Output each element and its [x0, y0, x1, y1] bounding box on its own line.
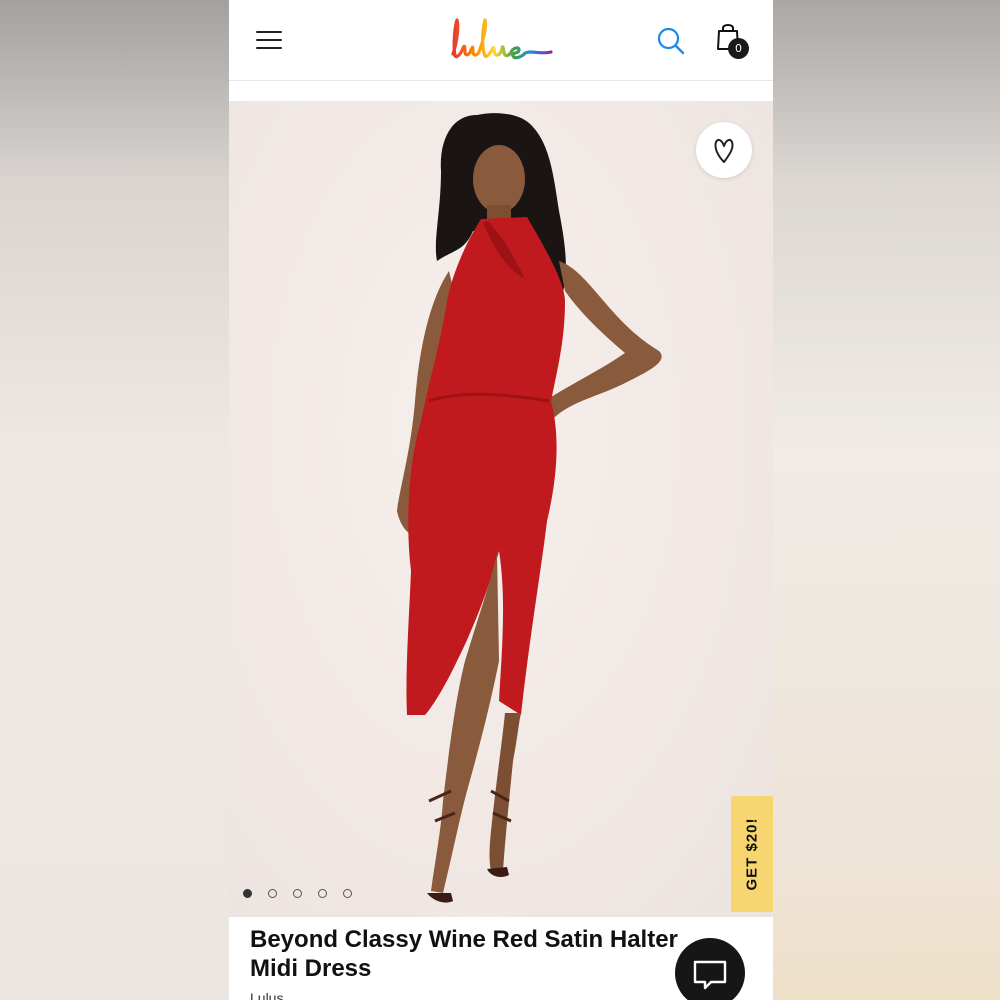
product-page: 0 GET $20! Beyond Classy Wine Red Satin … [229, 0, 773, 1000]
promo-label: GET $20! [743, 817, 761, 891]
product-brand[interactable]: Lulus [250, 990, 283, 1000]
hamburger-icon-bar [256, 31, 282, 33]
product-image[interactable]: GET $20! [229, 101, 773, 917]
hamburger-icon-bar [256, 39, 282, 41]
lulus-logo[interactable] [447, 12, 557, 68]
promo-tab[interactable]: GET $20! [731, 796, 773, 912]
search-icon[interactable] [656, 26, 686, 56]
cart-count-badge: 0 [728, 38, 749, 59]
pagination-dot[interactable] [343, 889, 352, 898]
background-left [0, 0, 229, 1000]
pagination-dot[interactable] [318, 889, 327, 898]
heart-icon [714, 138, 734, 163]
pagination-dot[interactable] [243, 889, 252, 898]
pagination-dot[interactable] [293, 889, 302, 898]
product-title: Beyond Classy Wine Red Satin Halter Midi… [250, 926, 678, 982]
wishlist-button[interactable] [696, 122, 752, 178]
background-right [773, 0, 1000, 1000]
site-header: 0 [229, 0, 773, 81]
model-figure [397, 113, 662, 903]
chat-bubble-icon [693, 960, 727, 990]
pagination-dot[interactable] [268, 889, 277, 898]
hamburger-icon-bar [256, 47, 282, 49]
menu-button[interactable] [256, 28, 284, 52]
cart-button[interactable]: 0 [714, 22, 754, 62]
chat-button[interactable] [675, 938, 745, 1000]
